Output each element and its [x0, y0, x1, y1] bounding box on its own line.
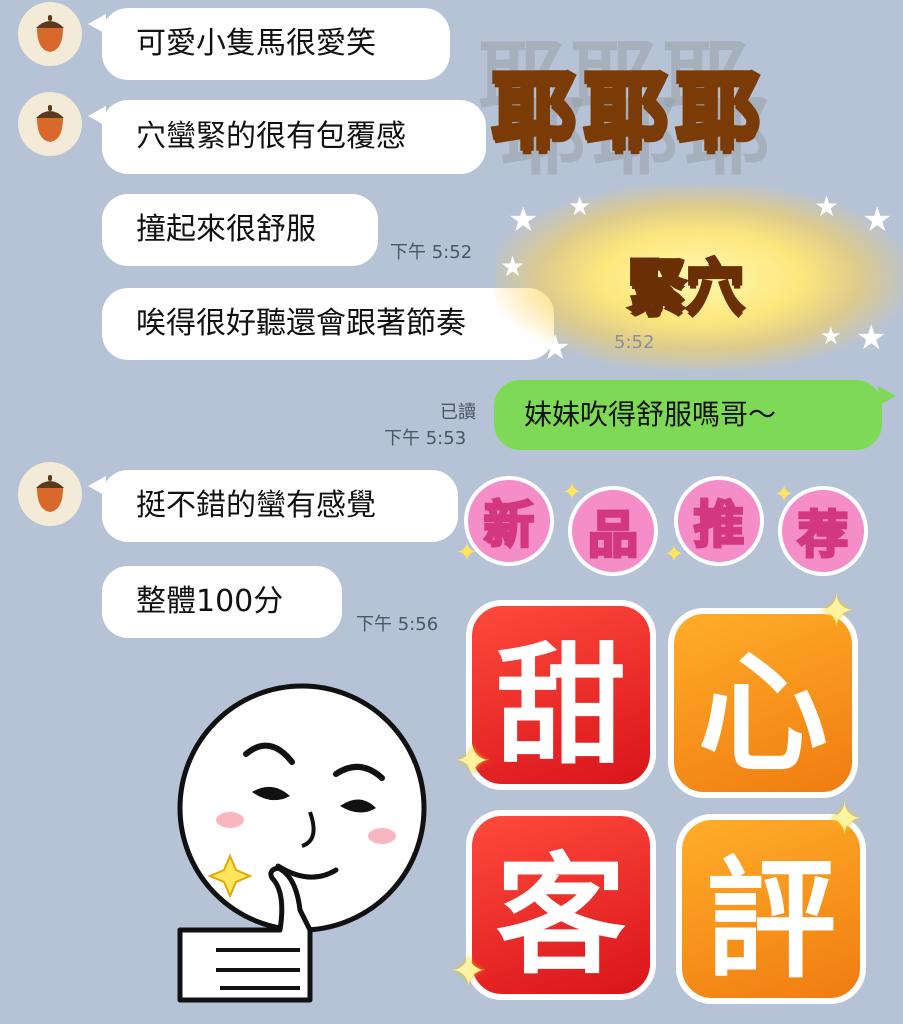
message-bubble[interactable]: 整體100分: [102, 566, 342, 638]
star-icon: ★: [540, 328, 571, 368]
message-bubble[interactable]: 可愛小隻馬很愛笑: [102, 8, 450, 80]
star-icon: ✦: [562, 478, 583, 506]
star-icon: ✦: [774, 480, 795, 508]
sparkle-icon: ✦: [818, 586, 855, 637]
sparkle-icon: ✦: [454, 736, 491, 787]
message-text: 可愛小隻馬很愛笑: [136, 26, 376, 61]
sticker-new[interactable]: 新 品 推 荐 ✦ ✦ ✦ ✦: [456, 468, 884, 578]
my-message-bubble[interactable]: 妹妹吹得舒服嗎哥～: [494, 380, 882, 450]
bubble-tail: [878, 386, 896, 406]
message-time: 下午 5:56: [356, 614, 439, 635]
avatar[interactable]: [18, 2, 82, 66]
message-bubble[interactable]: 穴蠻緊的很有包覆感: [102, 100, 486, 174]
sparkle-icon: ✦: [450, 946, 487, 997]
star-icon: ★: [500, 250, 526, 283]
message-text: 整體100分: [136, 584, 284, 619]
message-time: 下午 5:52: [390, 242, 473, 263]
message-bubble[interactable]: 唉得很好聽還會跟著節奏: [102, 288, 554, 360]
thumbs-up-icon: [177, 683, 427, 1003]
sticker-sweet-char: 客: [466, 810, 656, 1000]
star-icon: ✦: [456, 538, 478, 568]
star-icon: ★: [856, 318, 887, 358]
message-text: 妹妹吹得舒服嗎哥～: [524, 398, 777, 431]
message-text: 挺不錯的蠻有感覺: [136, 488, 376, 523]
message-time: 5:52: [614, 332, 655, 353]
acorn-icon: [36, 15, 64, 52]
sticker-yay[interactable]: 耶耶耶 耶耶耶 耶耶耶: [470, 8, 890, 208]
sticker-tight-text: 緊穴: [626, 251, 746, 323]
message-text: 撞起來很舒服: [136, 212, 316, 247]
avatar[interactable]: [18, 92, 82, 156]
message-text: 穴蠻緊的很有包覆感: [136, 119, 406, 154]
sticker-new-char: 推: [674, 476, 764, 566]
message-time: 下午 5:53: [384, 428, 467, 449]
read-receipt: 已讀: [440, 402, 476, 423]
star-icon: ★: [820, 322, 842, 350]
avatar[interactable]: [18, 462, 82, 526]
sticker-yay-text: 耶耶耶: [489, 60, 769, 163]
message-bubble[interactable]: 挺不錯的蠻有感覺: [102, 470, 458, 542]
message-text: 唉得很好聽還會跟著節奏: [136, 306, 466, 341]
sticker-thumbs-up[interactable]: [160, 680, 450, 1020]
acorn-icon: [36, 475, 64, 512]
acorn-icon: [36, 105, 64, 142]
sticker-sweet-review[interactable]: 甜 心 客 評 ✦ ✦ ✦ ✦: [450, 586, 882, 1020]
star-icon: ✦: [664, 540, 685, 568]
sparkle-icon: ✦: [826, 794, 863, 845]
sticker-sweet-char: 甜: [466, 600, 656, 790]
message-bubble[interactable]: 撞起來很舒服: [102, 194, 378, 266]
